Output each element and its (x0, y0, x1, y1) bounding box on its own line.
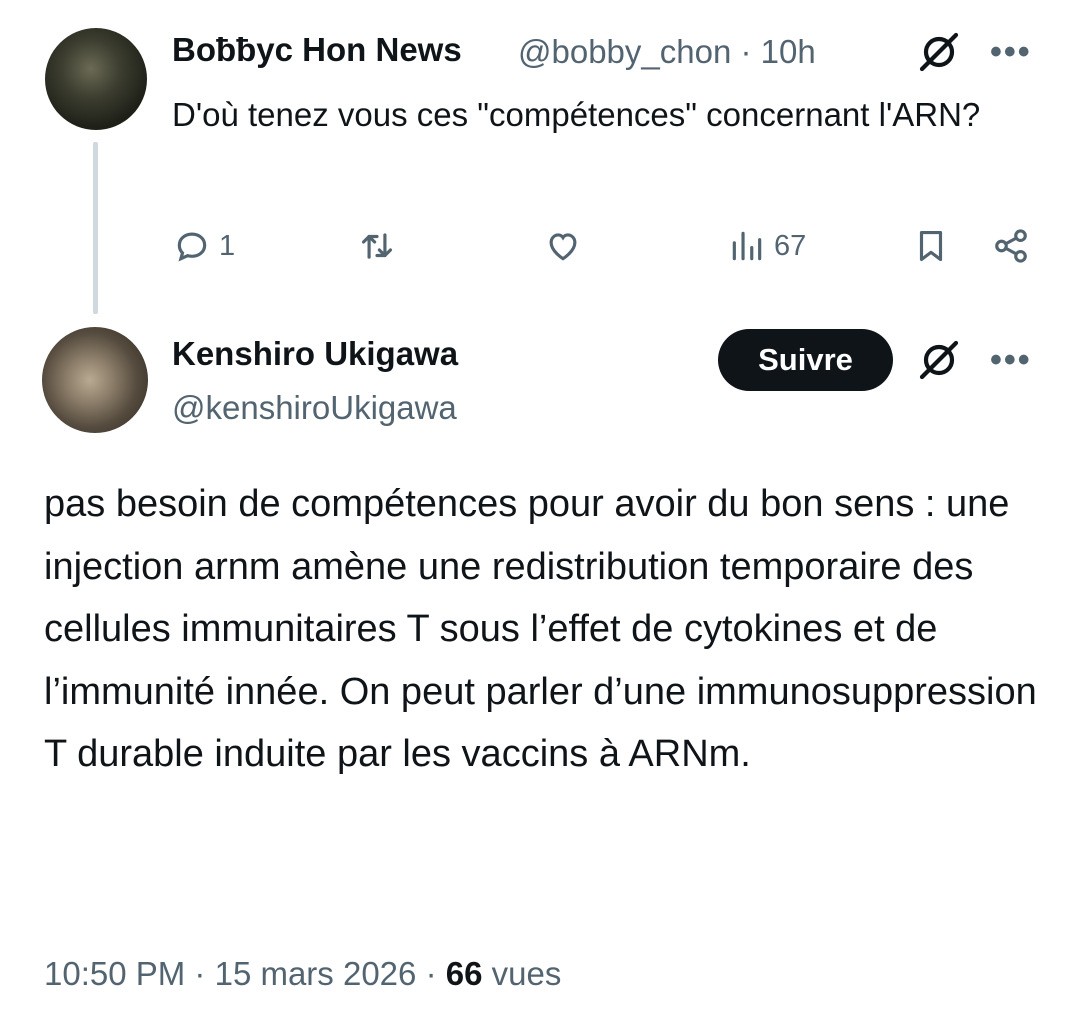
like-button[interactable] (544, 222, 582, 270)
author-handle[interactable]: @bobby_chon (518, 33, 731, 70)
reply-button[interactable]: 1 (173, 222, 235, 270)
grok-button[interactable] (917, 30, 961, 79)
reply-count: 1 (219, 229, 236, 262)
thread-line (93, 142, 98, 314)
tweet-time[interactable]: 10h (761, 33, 816, 70)
retweet-button[interactable] (358, 222, 396, 270)
views-button[interactable]: 67 (728, 222, 806, 270)
bookmark-icon (919, 230, 943, 262)
views-count: 67 (774, 229, 807, 262)
heart-icon (549, 233, 577, 261)
tweet-text: D'où tenez vous ces "compétences" concer… (172, 96, 981, 133)
views-count: 66 (445, 955, 483, 992)
tweet-meta: @bobby_chon · 10h (518, 33, 816, 71)
retweet-icon (361, 233, 393, 259)
tweet-footer: 10:50 PM · 15 mars 2026 · 66 vues (44, 955, 562, 992)
reply-icon (177, 232, 207, 262)
author-name[interactable]: Boƀƀyc Hon News (172, 31, 462, 69)
share-button[interactable] (992, 222, 1030, 270)
avatar-bobby[interactable] (45, 28, 147, 130)
share-icon (995, 229, 1027, 263)
tweet-text: pas besoin de compétences pour avoir du … (44, 483, 1037, 775)
bookmark-button[interactable] (912, 222, 950, 270)
grok-icon (919, 340, 959, 380)
author-name[interactable]: Kenshiro Ukigawa (172, 335, 458, 373)
grok-button[interactable] (917, 338, 961, 387)
follow-button[interactable]: Suivre (718, 329, 893, 391)
views-label: vues (491, 955, 562, 992)
more-button[interactable]: ••• (990, 35, 1032, 69)
grok-icon (919, 32, 959, 72)
more-button[interactable]: ••• (990, 343, 1032, 377)
author-handle[interactable]: @kenshiroUkigawa (172, 389, 457, 427)
tweet-date[interactable]: 15 mars 2026 (215, 955, 417, 992)
avatar-kenshiro[interactable] (42, 327, 148, 433)
views-icon (732, 231, 762, 261)
meta-separator: · (740, 33, 752, 70)
tweet-time[interactable]: 10:50 PM (44, 955, 185, 992)
